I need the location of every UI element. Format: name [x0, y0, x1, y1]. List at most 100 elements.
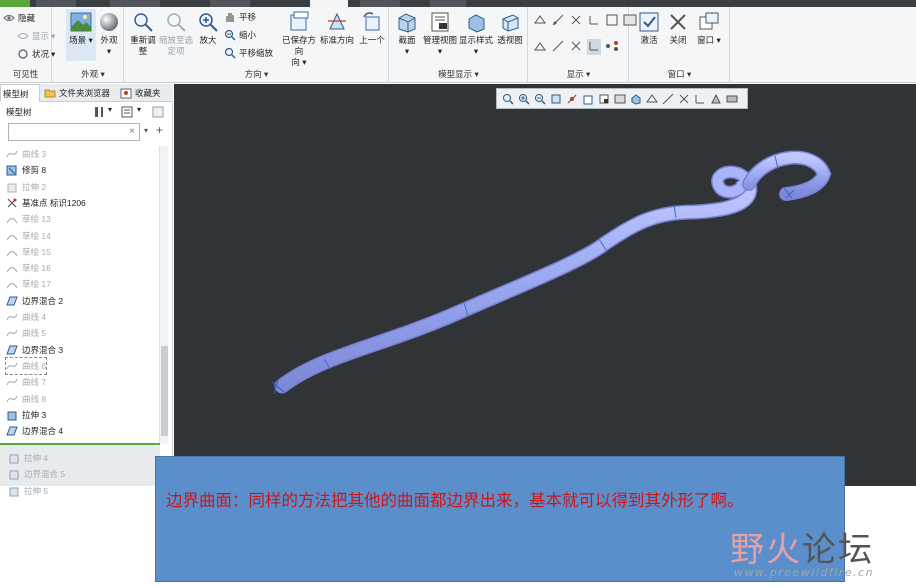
tree-item[interactable]: 修剪 8	[6, 162, 46, 178]
tab-folder-browser[interactable]: 文件夹浏览器	[42, 84, 114, 102]
menu-tab[interactable]	[430, 0, 466, 7]
clear-search-icon[interactable]: ×	[129, 126, 135, 137]
tree-item[interactable]: 曲线 8	[6, 391, 46, 407]
windows-icon	[697, 10, 721, 34]
csys-tag-icon[interactable]	[587, 39, 601, 55]
chevron-down-icon[interactable]: ▾	[137, 105, 141, 114]
zoom-out-button[interactable]: 缩小	[223, 27, 256, 43]
view-tab-active[interactable]	[310, 0, 348, 7]
section-button[interactable]: 截面 ▾	[392, 10, 422, 57]
windows-label: 窗口 ▾	[697, 35, 721, 45]
tree-scrollbar[interactable]	[159, 146, 168, 444]
plane-display-icon[interactable]	[533, 13, 547, 29]
suppressed-feature-icon	[8, 468, 20, 480]
boundary-blend-icon	[6, 295, 18, 307]
chevron-down-icon[interactable]: ▾	[108, 105, 112, 114]
connect-icon[interactable]	[605, 39, 619, 55]
pan-button[interactable]: 平移	[223, 9, 256, 25]
refit-button[interactable]: 重新调整	[127, 10, 159, 57]
tree-item[interactable]: 草绘 17	[6, 276, 51, 292]
tree-item[interactable]: 边界混合 2	[6, 293, 63, 309]
tree-item[interactable]: 草绘 16	[6, 260, 51, 276]
tree-item-label: 修剪 8	[22, 165, 47, 176]
appearance-button[interactable]: 外观 ▾	[95, 10, 123, 57]
tree-item[interactable]: 拉伸 2	[6, 179, 46, 195]
tree-item[interactable]: 草绘 13	[6, 211, 51, 227]
show-button[interactable]: 显示 ▾	[16, 28, 55, 44]
hide-icon	[2, 11, 16, 25]
tab-model-tree[interactable]: 模型树	[0, 84, 40, 102]
tree-item[interactable]: 曲线 5	[6, 325, 46, 341]
standard-orientation-button[interactable]: 标准方向	[319, 10, 355, 46]
favorites-icon	[120, 87, 132, 99]
show-icon	[16, 29, 30, 43]
zoom-to-selected-button[interactable]: 缩放至选定项	[159, 10, 193, 57]
display-style-button[interactable]: 显示样式 ▾	[458, 10, 494, 57]
tree-item-label: 曲线 7	[22, 377, 47, 388]
csys-display-icon[interactable]	[587, 13, 601, 29]
tree-item[interactable]: 曲线 6	[4, 356, 48, 375]
suppressed-tree-item[interactable]: 拉伸 4	[8, 450, 48, 466]
chevron-down-icon: 向 ▾	[291, 57, 307, 67]
manage-views-button[interactable]: 管理视图 ▾	[422, 10, 458, 57]
axis-display-icon[interactable]	[551, 13, 565, 29]
tree-item[interactable]: 基准点 标识1206	[6, 195, 86, 211]
zoom-in-button[interactable]: 放大	[195, 10, 221, 46]
close-button[interactable]: 关闭	[664, 10, 692, 46]
tree-columns-icon[interactable]	[151, 105, 165, 121]
hairpin-model[interactable]	[174, 84, 916, 486]
previous-label: 上一个	[359, 35, 385, 45]
chevron-down-icon[interactable]: ▾	[144, 126, 148, 135]
perspective-icon	[498, 10, 522, 34]
graphics-viewport[interactable]	[174, 84, 916, 486]
plane-tag-icon[interactable]	[533, 39, 547, 55]
axis-tag-icon[interactable]	[551, 39, 565, 55]
menu-tab[interactable]	[210, 0, 250, 7]
tree-item[interactable]: 草绘 15	[6, 244, 51, 260]
appearance-label: 外观	[100, 35, 118, 45]
curve-icon	[6, 360, 18, 372]
status-label: 状况	[32, 49, 50, 59]
chevron-down-icon: ▾	[437, 46, 443, 56]
manage-views-label: 管理视图	[422, 35, 457, 45]
tree-scrollbar-thumb[interactable]	[161, 346, 168, 436]
tree-item-label: 拉伸 3	[22, 409, 47, 420]
annotation-display-icon[interactable]	[605, 13, 619, 29]
menu-tab[interactable]	[110, 0, 160, 7]
suppressed-tree-item[interactable]: 拉伸 5	[8, 483, 48, 499]
menu-tab[interactable]	[36, 0, 76, 7]
menu-tab[interactable]	[360, 0, 400, 7]
tree-item[interactable]: 草绘 14	[6, 228, 51, 244]
previous-orientation-icon	[360, 10, 384, 34]
suppressed-tree-item[interactable]: 边界混合 5	[8, 466, 65, 482]
file-menu-tab[interactable]	[0, 0, 30, 7]
suppressed-tree-item-label: 边界混合 5	[24, 469, 66, 480]
tree-item[interactable]: 边界混合 4	[6, 423, 63, 439]
tab-favorites[interactable]: 收藏夹	[118, 84, 173, 102]
tree-item-label: 边界混合 3	[22, 344, 64, 355]
close-label: 关闭	[669, 35, 687, 45]
hide-button[interactable]: 隐藏	[2, 10, 35, 26]
scene-button[interactable]: 场景 ▾	[65, 10, 97, 46]
show-options-icon[interactable]	[120, 105, 134, 121]
tree-item[interactable]: 边界混合 3	[6, 342, 63, 358]
perspective-button[interactable]: 透视图	[494, 10, 526, 46]
previous-button[interactable]: 上一个	[357, 10, 387, 46]
settings-tool-icon[interactable]	[92, 105, 106, 121]
tree-item[interactable]: 拉伸 3	[6, 407, 46, 423]
model-display-group: 截面 ▾ 管理视图 ▾ 显示样式 ▾ 透视图 模型显示 ▾	[390, 7, 528, 83]
status-button[interactable]: 状况 ▾	[16, 46, 55, 62]
tree-search-input[interactable]: ×	[8, 123, 140, 141]
point-tag-icon[interactable]	[569, 39, 583, 55]
tree-item[interactable]: 曲线 4	[6, 309, 46, 325]
point-display-icon[interactable]	[569, 13, 583, 29]
activate-button[interactable]: 激活	[634, 10, 664, 46]
tree-item[interactable]: 曲线 7	[6, 374, 46, 390]
sketch-icon	[6, 278, 18, 290]
saved-orientations-button[interactable]: 已保存方向 向 ▾	[281, 10, 317, 68]
zoom-to-selected-icon	[164, 10, 188, 34]
pan-zoom-button[interactable]: 平移缩放	[223, 45, 273, 61]
add-filter-icon[interactable]: +	[156, 123, 163, 137]
tree-item[interactable]: 曲线 3	[6, 146, 46, 162]
windows-button[interactable]: 窗口 ▾	[694, 10, 724, 46]
